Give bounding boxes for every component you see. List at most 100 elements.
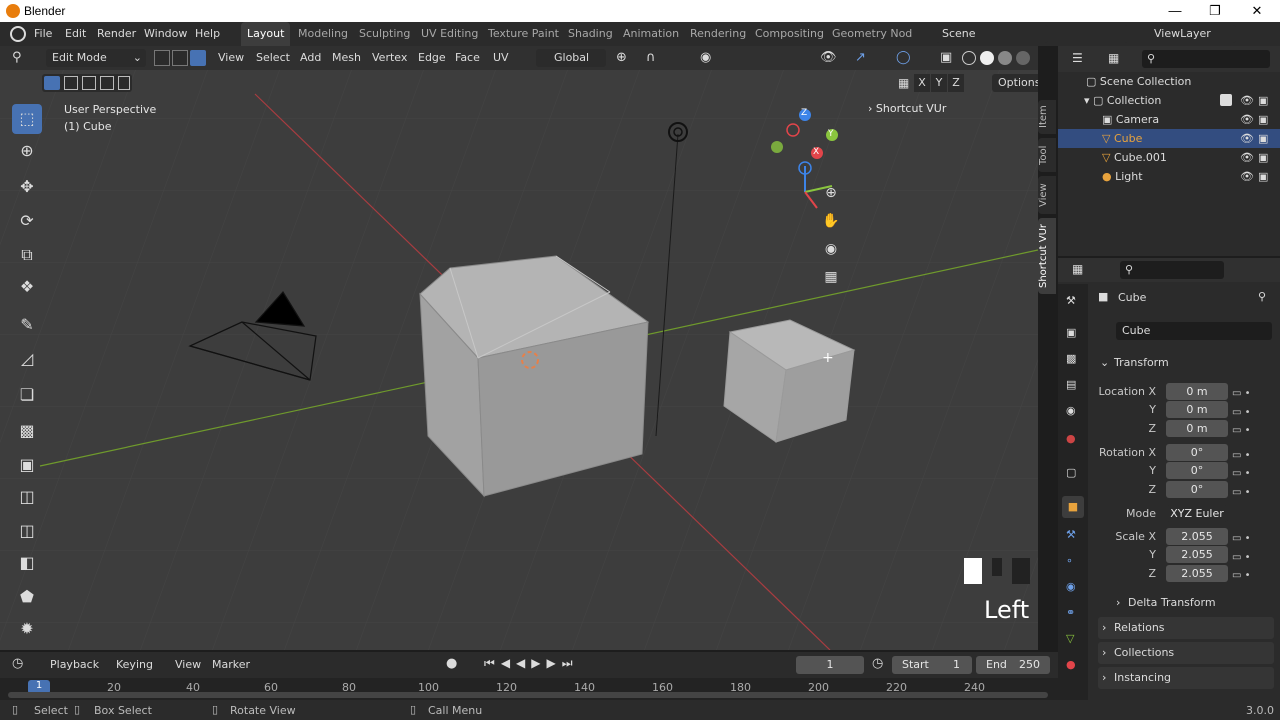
jump-end-icon[interactable]: ⏭: [562, 656, 579, 670]
display-mode-icon[interactable]: ▦: [1108, 51, 1119, 65]
mirror-z-toggle[interactable]: Z: [948, 74, 964, 92]
scale-z-field[interactable]: 2.055: [1166, 565, 1228, 582]
select-intersect-icon[interactable]: [118, 76, 130, 90]
mirror-y-toggle[interactable]: Y: [931, 74, 947, 92]
scale-x-field[interactable]: 2.055: [1166, 528, 1228, 545]
output-properties-icon[interactable]: ▩: [1066, 352, 1076, 365]
menu-window[interactable]: Window: [144, 27, 187, 40]
bevel-tool[interactable]: ◫: [12, 482, 42, 512]
properties-search-input[interactable]: ⚲: [1120, 261, 1224, 279]
vertex-select-icon[interactable]: [154, 50, 170, 66]
tab-layout[interactable]: Layout: [241, 22, 291, 46]
outliner-item-cube-001[interactable]: ▽ Cube.001 👁 ▣: [1058, 148, 1280, 167]
select-invert-icon[interactable]: [100, 76, 114, 90]
outliner-editor-icon[interactable]: ☰: [1072, 51, 1083, 65]
tab-rendering[interactable]: Rendering: [684, 22, 752, 46]
lock-icon[interactable]: ▭ •: [1232, 484, 1251, 503]
lock-icon[interactable]: ▭ •: [1232, 567, 1251, 586]
poly-build-tool[interactable]: ⬟: [12, 582, 42, 612]
proportional-editing-icon[interactable]: ◉: [700, 50, 711, 65]
inset-tool[interactable]: ▣: [12, 450, 42, 480]
close-icon[interactable]: ✕: [1248, 2, 1266, 20]
menu-timeline-view[interactable]: View: [175, 658, 201, 671]
object-properties-icon[interactable]: ■: [1062, 496, 1084, 518]
tab-texture-paint[interactable]: Texture Paint: [482, 22, 565, 46]
select-extend-icon[interactable]: [64, 76, 78, 90]
camera-render-icon[interactable]: ▣: [1258, 129, 1268, 148]
camera-view-icon[interactable]: ◉: [818, 236, 844, 262]
tab-view[interactable]: View: [1038, 176, 1056, 214]
physics-properties-icon[interactable]: ◉: [1066, 580, 1076, 593]
constraints-properties-icon[interactable]: ⚭: [1066, 606, 1075, 619]
menu-file[interactable]: File: [34, 27, 52, 40]
gizmo-z-label[interactable]: Z: [801, 108, 807, 118]
tab-sculpting[interactable]: Sculpting: [353, 22, 416, 46]
rendered-shading-icon[interactable]: [1016, 51, 1030, 65]
transform-panel-header[interactable]: ⌄ Transform: [1098, 352, 1274, 374]
end-frame-field[interactable]: End 250: [976, 656, 1050, 674]
mode-selector[interactable]: Edit Mode ⌄: [46, 49, 146, 67]
tab-tool[interactable]: Tool: [1038, 138, 1056, 172]
camera-render-icon[interactable]: ▣: [1258, 110, 1268, 129]
scale-tool[interactable]: ⧉: [12, 240, 42, 270]
scale-y-field[interactable]: 2.055: [1166, 546, 1228, 563]
jump-start-icon[interactable]: ⏮: [484, 656, 501, 670]
gizmo-x-label[interactable]: X: [813, 147, 819, 157]
outliner-search-input[interactable]: ⚲: [1142, 50, 1270, 68]
pivot-icon[interactable]: ⊕: [616, 50, 627, 65]
menu-vertex[interactable]: Vertex: [372, 51, 407, 64]
rotation-z-field[interactable]: 0°: [1166, 481, 1228, 498]
tool-properties-icon[interactable]: ⚒: [1066, 294, 1076, 307]
data-properties-icon[interactable]: ▽: [1066, 632, 1074, 645]
mirror-x-toggle[interactable]: X: [914, 74, 930, 92]
select-new-icon[interactable]: [44, 76, 60, 90]
current-frame-field[interactable]: 1: [796, 656, 864, 674]
tab-geometry-nodes[interactable]: Geometry Nod: [826, 22, 918, 46]
loop-cut-tool[interactable]: ◫: [12, 516, 42, 546]
tab-item[interactable]: Item: [1038, 100, 1056, 134]
menu-help[interactable]: Help: [195, 27, 220, 40]
select-subtract-icon[interactable]: [82, 76, 96, 90]
material-shading-icon[interactable]: [998, 51, 1012, 65]
render-properties-icon[interactable]: ▣: [1066, 326, 1076, 339]
location-y-field[interactable]: 0 m: [1166, 401, 1228, 418]
scene-collection-row[interactable]: ▢ Scene Collection: [1058, 72, 1280, 91]
menu-keying[interactable]: Keying: [116, 658, 153, 671]
outliner-item-cube[interactable]: ▽ Cube 👁 ▣: [1058, 129, 1280, 148]
wireframe-shading-icon[interactable]: [962, 51, 976, 65]
location-x-field[interactable]: 0 m: [1166, 383, 1228, 400]
eye-icon[interactable]: 👁: [1240, 110, 1254, 129]
camera-render-icon[interactable]: ▣: [1258, 91, 1268, 110]
select-box-tool[interactable]: ⬚: [12, 104, 42, 134]
transform-orientation-selector[interactable]: Global: [536, 49, 606, 67]
play-reverse-icon[interactable]: ◀: [516, 656, 531, 670]
edge-select-icon[interactable]: [172, 50, 188, 66]
rotate-tool[interactable]: ⟳: [12, 206, 42, 236]
camera-render-icon[interactable]: ▣: [1258, 148, 1268, 167]
scene-selector[interactable]: Scene: [936, 25, 1048, 43]
solid-shading-icon[interactable]: [980, 51, 994, 65]
menu-edge[interactable]: Edge: [418, 51, 446, 64]
play-icon[interactable]: ▶: [531, 656, 546, 670]
delta-transform-panel[interactable]: › Delta Transform: [1112, 592, 1272, 614]
annotate-tool[interactable]: ✎: [12, 310, 42, 340]
menu-select[interactable]: Select: [256, 51, 290, 64]
knife-tool[interactable]: ◧: [12, 548, 42, 578]
next-keyframe-icon[interactable]: ▶: [547, 656, 562, 670]
timeline-scrollbar[interactable]: [8, 692, 1048, 698]
visibility-icon[interactable]: 👁: [820, 50, 837, 65]
menu-marker[interactable]: Marker: [212, 658, 250, 671]
menu-playback[interactable]: Playback: [50, 658, 99, 671]
snap-icon[interactable]: ∩: [646, 50, 656, 65]
timeline[interactable]: ◷ Playback Keying View Marker ● ⏮◀◀▶▶⏭ 1…: [0, 652, 1058, 700]
menu-render[interactable]: Render: [97, 27, 136, 40]
spin-tool[interactable]: ✹: [12, 614, 42, 644]
lock-icon[interactable]: ▭ •: [1232, 447, 1251, 466]
record-icon[interactable]: ●: [446, 656, 457, 671]
add-cube-tool[interactable]: ❏: [12, 380, 42, 410]
lock-icon[interactable]: ▭ •: [1232, 465, 1251, 484]
3d-viewport[interactable]: + Z Y X ⚲ Edit Mode ⌄ View Select Add Me…: [0, 46, 1038, 650]
minimize-icon[interactable]: —: [1166, 2, 1184, 20]
view-layer-selector[interactable]: ViewLayer: [1124, 25, 1236, 43]
eye-icon[interactable]: 👁: [1240, 91, 1254, 110]
